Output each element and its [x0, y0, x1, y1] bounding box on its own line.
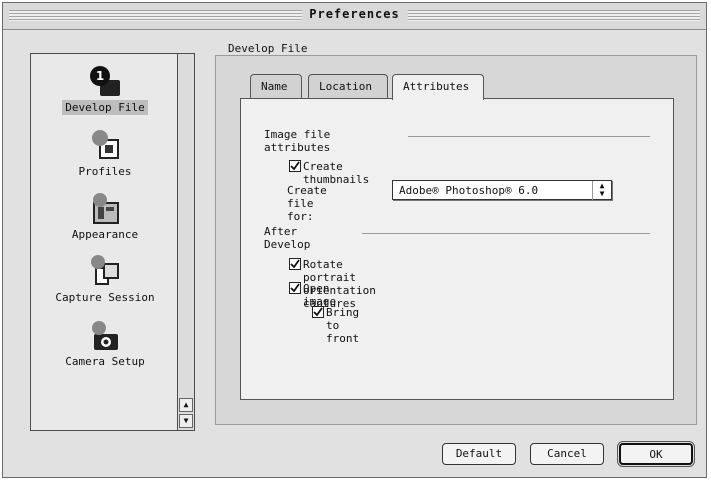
cancel-button[interactable]: Cancel [530, 443, 604, 465]
sidebar-scrollbar[interactable]: ▲ ▼ [178, 53, 195, 431]
sidebar-item-label: Profiles [78, 165, 132, 178]
ok-button[interactable]: OK [617, 441, 695, 467]
create-thumbnails-label[interactable]: Create thumbnails [303, 160, 369, 186]
tab-attributes[interactable]: Attributes [392, 74, 484, 100]
sidebar-item-profiles[interactable]: Profiles [31, 128, 179, 179]
checkmark-icon [290, 259, 300, 269]
scroll-down-arrow-icon[interactable]: ▼ [179, 414, 193, 428]
create-file-for-label: Create file for: [287, 184, 327, 223]
section-divider [408, 136, 650, 137]
title-bar[interactable]: Preferences [3, 3, 706, 30]
popup-arrows-icon: ▲ ▼ [592, 181, 611, 200]
window-title: Preferences [301, 7, 408, 21]
profiles-icon [92, 130, 119, 159]
bring-to-front-checkbox[interactable] [312, 306, 324, 318]
sidebar: 1 Develop File Profiles Appearance Captu… [30, 53, 178, 431]
tab-name[interactable]: Name [250, 74, 302, 98]
default-button[interactable]: Default [442, 443, 516, 465]
file-format-select[interactable]: Adobe® Photoshop® 6.0 ▲ ▼ [392, 180, 612, 200]
appearance-icon [93, 193, 119, 224]
checkmark-icon [290, 283, 300, 293]
sidebar-item-label: Camera Setup [65, 355, 145, 368]
file-format-value: Adobe® Photoshop® 6.0 [399, 184, 539, 197]
sidebar-item-label: Capture Session [55, 291, 155, 304]
section-divider [362, 233, 650, 234]
sidebar-item-label: Appearance [71, 228, 139, 241]
scroll-up-arrow-icon[interactable]: ▲ [179, 398, 193, 412]
rotate-portrait-checkbox[interactable] [289, 258, 301, 270]
checkmark-icon [290, 161, 300, 171]
sidebar-item-develop-file[interactable]: 1 Develop File [31, 64, 179, 115]
develop-file-icon: 1 [90, 66, 120, 96]
tab-location[interactable]: Location [308, 74, 388, 98]
sidebar-item-appearance[interactable]: Appearance [31, 191, 179, 242]
image-attributes-heading: Image file attributes [264, 128, 331, 154]
sidebar-item-capture-session[interactable]: Capture Session [31, 254, 179, 305]
camera-setup-icon [92, 321, 118, 350]
svg-text:1: 1 [96, 69, 104, 83]
sidebar-item-label: Develop File [62, 100, 148, 115]
open-image-checkbox[interactable] [289, 282, 301, 294]
after-develop-heading: After Develop [264, 225, 311, 251]
checkmark-icon [313, 307, 323, 317]
create-thumbnails-checkbox[interactable] [289, 160, 301, 172]
bring-to-front-label[interactable]: Bring to front [326, 306, 359, 345]
open-image-label[interactable]: Open image [303, 282, 336, 308]
capture-session-icon [91, 255, 119, 285]
group-title: Develop File [225, 42, 311, 55]
sidebar-item-camera-setup[interactable]: Camera Setup [31, 318, 179, 369]
